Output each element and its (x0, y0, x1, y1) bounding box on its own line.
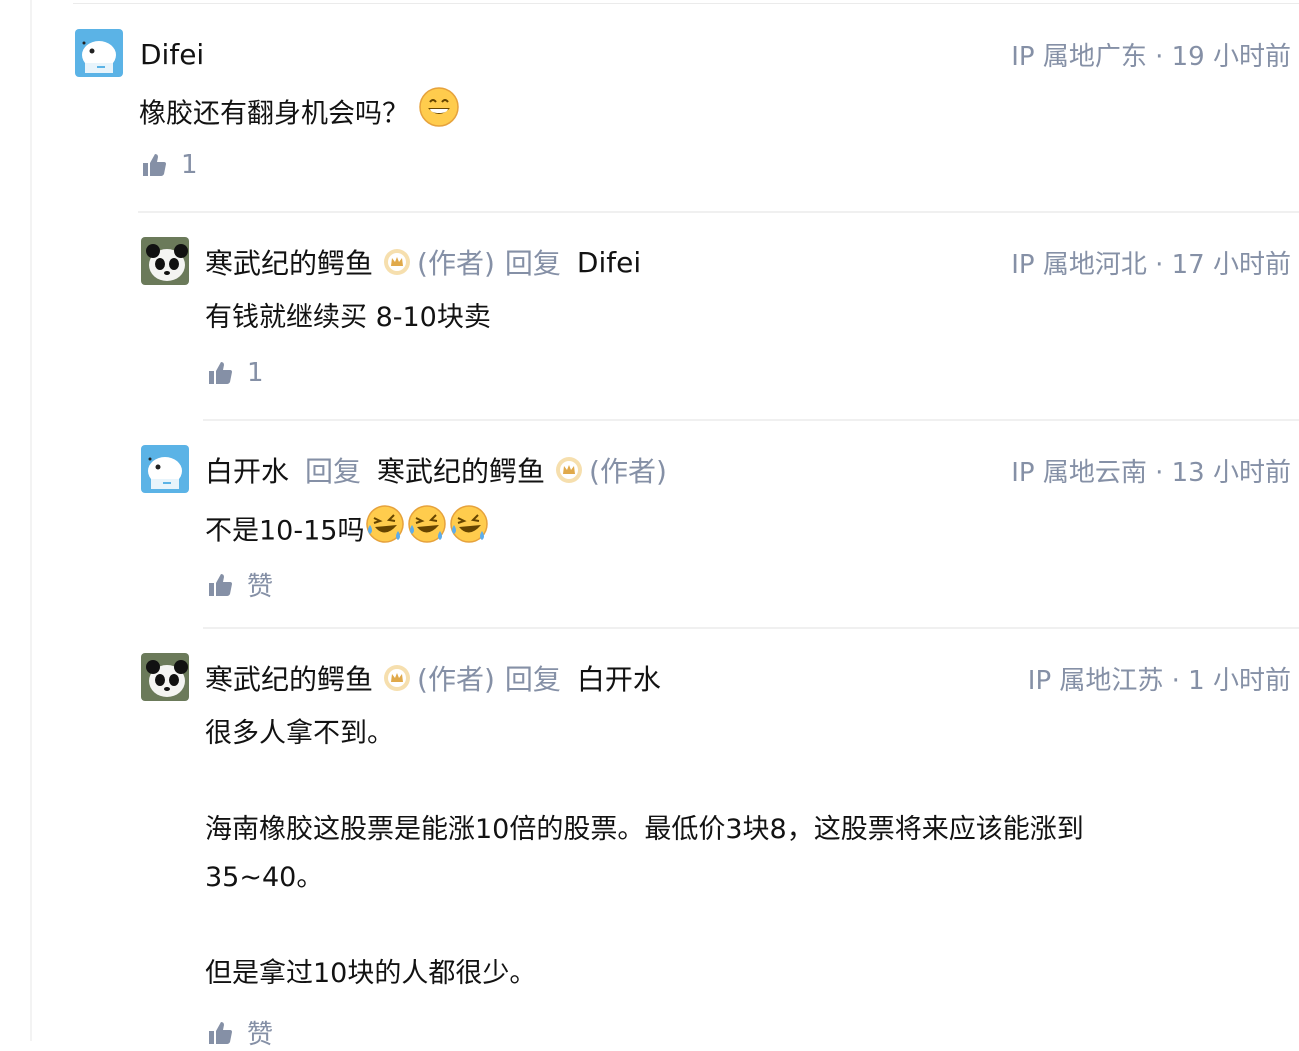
crown-badge-icon (383, 664, 411, 692)
paragraph: 海南橡胶这股票是能涨10倍的股票。最低价3块8，这股票将来应该能涨到 (205, 814, 1084, 845)
divider (138, 211, 1299, 213)
top-divider (73, 3, 1299, 4)
crown-badge-icon (383, 248, 411, 276)
reply-label: 回复 (504, 247, 561, 280)
like-label: 赞 (247, 572, 274, 602)
comment-meta: IP 属地广东 · 19 小时前 (1011, 41, 1291, 72)
author-tag: (作者) (589, 455, 667, 488)
comment-body: 橡胶还有翻身机会吗？ (139, 98, 409, 130)
divider (203, 627, 1299, 629)
comment-header: 寒武纪的鳄鱼 (作者) 回复 白开水 (205, 658, 661, 698)
comment-meta: IP 属地江苏 · 1 小时前 (1027, 665, 1291, 696)
reply-label: 回复 (305, 455, 362, 488)
paragraph: 但是拿过10块的人都很少。 (205, 958, 537, 989)
like-button[interactable]: 赞 (207, 566, 273, 603)
comment-text: 很多人拿不到。 海南橡胶这股票是能涨10倍的股票。最低价3块8，这股票将来应该能… (205, 710, 1205, 998)
comment-meta: IP 属地河北 · 17 小时前 (1011, 249, 1291, 280)
author-tag: (作者) (417, 663, 495, 696)
author-tag: (作者) (417, 247, 495, 280)
paragraph: 很多人拿不到。 (205, 718, 394, 749)
avatar-baikaishui[interactable] (141, 445, 189, 493)
reply-to-name[interactable]: 寒武纪的鳄鱼 (377, 450, 545, 490)
left-border (30, 0, 32, 1041)
comment-header: 寒武纪的鳄鱼 (作者) 回复 Difei (205, 242, 641, 282)
author-name[interactable]: 寒武纪的鳄鱼 (205, 658, 373, 698)
reply-to-name[interactable]: Difei (577, 246, 641, 279)
thumbs-up-icon (143, 154, 166, 176)
like-button[interactable]: 1 (207, 358, 264, 388)
like-button[interactable]: 1 (141, 150, 198, 180)
reply-to-name[interactable]: 白开水 (577, 658, 661, 698)
comment-header: 白开水 回复 寒武纪的鳄鱼 (作者) (205, 450, 667, 490)
divider (203, 419, 1299, 421)
comment-text: 不是10-15吗 (205, 503, 490, 561)
laughing-crying-emoji-icon (448, 503, 490, 561)
thumbs-up-icon (209, 362, 232, 384)
author-name[interactable]: 白开水 (205, 450, 289, 490)
author-name[interactable]: Difei (140, 38, 204, 71)
comment-header: Difei (140, 34, 204, 74)
avatar-panda[interactable] (141, 237, 189, 285)
reply-label: 回复 (504, 663, 561, 696)
avatar-difei[interactable] (75, 29, 123, 77)
like-button[interactable]: 赞 (207, 1014, 273, 1051)
like-count: 1 (247, 358, 264, 388)
comment-meta: IP 属地云南 · 13 小时前 (1011, 457, 1291, 488)
comment-body: 不是10-15吗 (205, 515, 365, 547)
thumbs-up-icon (209, 1021, 232, 1044)
laughing-crying-emoji-icon (364, 503, 406, 561)
crown-badge-icon (555, 456, 583, 484)
author-name[interactable]: 寒武纪的鳄鱼 (205, 242, 373, 282)
comment-text: 有钱就继续买 8-10块卖 (205, 302, 491, 333)
comment-text: 橡胶还有翻身机会吗？ (139, 86, 460, 144)
grinning-emoji-icon (418, 86, 460, 144)
avatar-panda[interactable] (141, 653, 189, 701)
thumbs-up-icon (209, 573, 232, 596)
laughing-crying-emoji-icon (406, 503, 448, 561)
paragraph: 35~40。 (205, 862, 324, 893)
like-label: 赞 (247, 1020, 274, 1050)
like-count: 1 (181, 150, 198, 180)
